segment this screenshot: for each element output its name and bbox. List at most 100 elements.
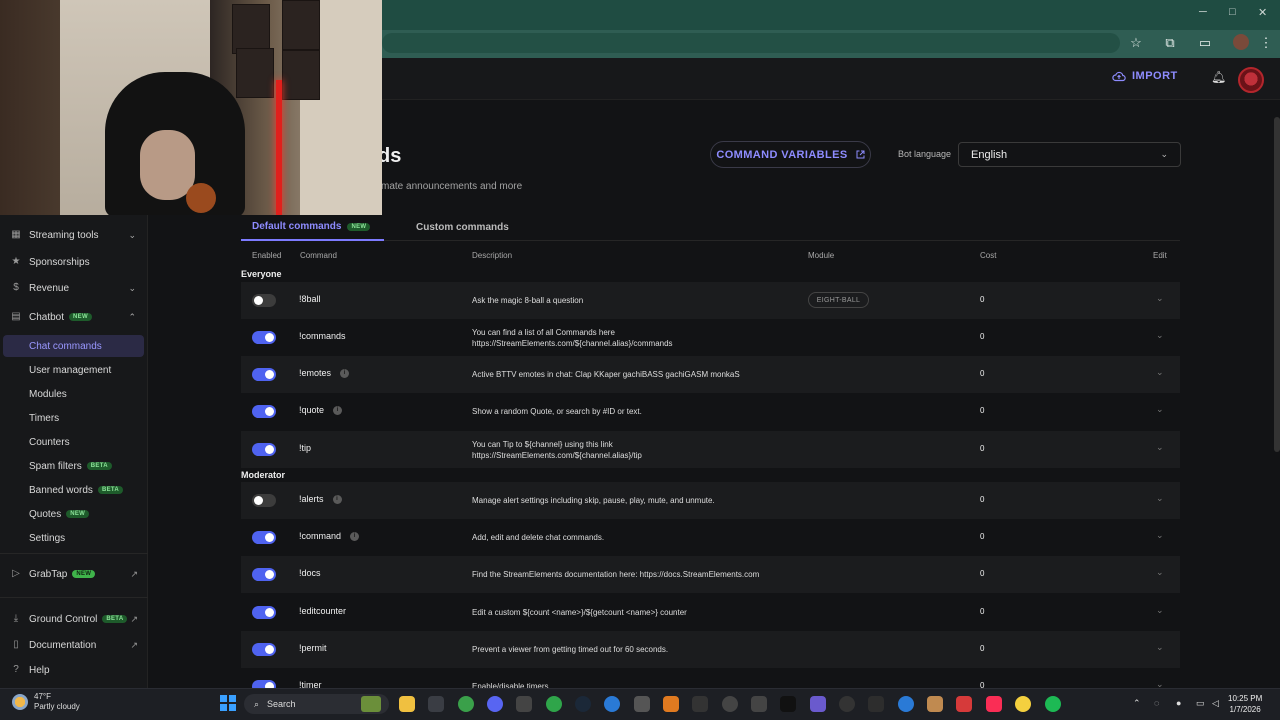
enabled-toggle[interactable] — [252, 531, 276, 544]
table-row[interactable]: !quote i Show a random Quote, or search by… — [241, 393, 1180, 430]
enabled-toggle[interactable] — [252, 331, 276, 344]
expand-chevron-icon[interactable]: ⌄ — [1156, 530, 1164, 541]
spotify-icon[interactable] — [1045, 696, 1061, 712]
page-scrollbar[interactable] — [1274, 117, 1280, 452]
split-view-icon[interactable]: ▭ — [1196, 34, 1214, 52]
import-button[interactable]: IMPORT — [1112, 70, 1178, 82]
sidebar-item-help[interactable]: ? Help — [0, 659, 148, 681]
sidebar-item-streaming-tools[interactable]: ▦ Streaming tools ⌄ — [0, 224, 148, 246]
address-bar[interactable] — [382, 33, 1120, 53]
weather-widget[interactable]: 47°F Partly cloudy — [12, 692, 80, 712]
bot-language-select[interactable]: English ⌄ — [958, 142, 1181, 167]
table-row[interactable]: !timer Enable/disable timers 0 ⌄ — [241, 668, 1180, 688]
tab-custom-commands[interactable]: Custom commands — [416, 214, 509, 241]
menu-kebab-icon[interactable]: ⋮ — [1257, 34, 1275, 52]
tray-chevron-icon[interactable]: ⌃ — [1133, 698, 1141, 709]
chrome-icon[interactable] — [458, 696, 474, 712]
expand-chevron-icon[interactable]: ⌄ — [1156, 642, 1164, 653]
sidebar-item-grabtap[interactable]: ▷ GrabTap NEW ↗ — [0, 563, 148, 585]
enabled-toggle[interactable] — [252, 443, 276, 456]
sidebar-item-sponsorships[interactable]: ★ Sponsorships — [0, 251, 148, 273]
app-icon[interactable] — [1015, 696, 1031, 712]
sidebar-item-revenue[interactable]: $ Revenue ⌄ — [0, 277, 148, 299]
user-avatar[interactable] — [1238, 67, 1264, 93]
expand-chevron-icon[interactable]: ⌄ — [1156, 442, 1164, 453]
taskbar-search[interactable]: ⌕ Search — [244, 694, 389, 714]
sidebar-item-settings[interactable]: Settings — [0, 527, 148, 549]
table-row[interactable]: !editcounter Edit a custom ${count <name>… — [241, 594, 1180, 631]
app-icon[interactable] — [663, 696, 679, 712]
extensions-icon[interactable]: ⧉ — [1161, 34, 1179, 52]
enabled-toggle[interactable] — [252, 680, 276, 688]
xbox-icon[interactable] — [546, 696, 562, 712]
sidebar-item-documentation[interactable]: ▯ Documentation ↗ — [0, 634, 148, 656]
app-icon[interactable] — [868, 696, 884, 712]
sidebar-item-user-management[interactable]: User management — [0, 359, 148, 381]
sidebar-item-counters[interactable]: Counters — [0, 431, 148, 453]
expand-chevron-icon[interactable]: ⌄ — [1156, 493, 1164, 504]
expand-chevron-icon[interactable]: ⌄ — [1156, 367, 1164, 378]
sidebar-item-chat-commands[interactable]: Chat commands — [3, 335, 144, 357]
app-icon[interactable] — [810, 696, 826, 712]
music-icon[interactable] — [986, 696, 1002, 712]
maximize-icon[interactable]: □ — [1229, 6, 1236, 18]
steam-icon[interactable] — [575, 696, 591, 712]
profile-icon[interactable] — [1233, 34, 1249, 50]
sidebar-item-modules[interactable]: Modules — [0, 383, 148, 405]
sidebar-item-spam-filters[interactable]: Spam filters BETA — [0, 455, 148, 477]
enabled-toggle[interactable] — [252, 294, 276, 307]
volume-icon[interactable]: ◁ — [1212, 698, 1219, 709]
edge-icon[interactable] — [604, 696, 620, 712]
app-icon[interactable] — [692, 696, 708, 712]
table-row[interactable]: !8ball Ask the magic 8-ball a question EIG… — [241, 282, 1180, 319]
table-row[interactable]: !commands You can find a list of all Comm… — [241, 319, 1180, 356]
sidebar-item-ground-control[interactable]: ⤓ Ground Control BETA ↗ — [0, 608, 148, 630]
minimize-icon[interactable]: ─ — [1199, 6, 1207, 18]
app-icon[interactable] — [780, 696, 796, 712]
expand-chevron-icon[interactable]: ⌄ — [1156, 605, 1164, 616]
taskbar-clock[interactable]: 10:25 PM 1/7/2026 — [1228, 693, 1262, 715]
enabled-toggle[interactable] — [252, 368, 276, 381]
app-icon[interactable] — [634, 696, 650, 712]
expand-chevron-icon[interactable]: ⌄ — [1156, 679, 1164, 688]
network-icon[interactable]: ▭ — [1196, 698, 1205, 709]
table-row[interactable]: !permit Prevent a viewer from getting tim… — [241, 631, 1180, 668]
table-row[interactable]: !emotes i Active BTTV emotes in chat: Clap… — [241, 356, 1180, 393]
app-icon[interactable] — [956, 696, 972, 712]
sidebar-item-chatbot[interactable]: ▤ Chatbot NEW ⌃ — [0, 306, 148, 328]
expand-chevron-icon[interactable]: ⌄ — [1156, 330, 1164, 341]
command-variables-button[interactable]: COMMAND VARIABLES — [710, 141, 871, 168]
expand-chevron-icon[interactable]: ⌄ — [1156, 567, 1164, 578]
expand-chevron-icon[interactable]: ⌄ — [1156, 404, 1164, 415]
info-icon[interactable]: i — [340, 368, 350, 378]
microphone-icon[interactable]: ● — [1176, 698, 1181, 708]
app-icon[interactable] — [898, 696, 914, 712]
app-icon[interactable] — [839, 696, 855, 712]
module-badge[interactable]: EIGHT-BALL — [808, 292, 869, 308]
table-row[interactable]: !alerts i Manage alert settings including … — [241, 482, 1180, 519]
notification-bell-icon[interactable]: 🔔︎ — [1211, 70, 1226, 84]
close-icon[interactable]: ✕ — [1258, 6, 1267, 19]
enabled-toggle[interactable] — [252, 606, 276, 619]
capcut-icon[interactable] — [516, 696, 532, 712]
app-icon[interactable] — [927, 696, 943, 712]
table-row[interactable]: !docs Find the StreamElements documentati… — [241, 556, 1180, 593]
tray-app-icon[interactable]: ◌ — [1154, 698, 1159, 708]
enabled-toggle[interactable] — [252, 494, 276, 507]
store-icon[interactable] — [428, 696, 444, 712]
enabled-toggle[interactable] — [252, 405, 276, 418]
sidebar-item-timers[interactable]: Timers — [0, 407, 148, 429]
info-icon[interactable]: i — [332, 494, 342, 504]
table-row[interactable]: !tip You can Tip to ${channel} using this… — [241, 431, 1180, 468]
enabled-toggle[interactable] — [252, 643, 276, 656]
windows-start-icon[interactable] — [220, 695, 236, 711]
sidebar-item-banned-words[interactable]: Banned words BETA — [0, 479, 148, 501]
enabled-toggle[interactable] — [252, 568, 276, 581]
info-icon[interactable]: i — [350, 531, 360, 541]
bookmark-star-icon[interactable]: ☆ — [1127, 34, 1145, 52]
settings-gear-icon[interactable] — [722, 696, 738, 712]
table-row[interactable]: !command i Add, edit and delete chat comma… — [241, 519, 1180, 556]
discord-icon[interactable] — [487, 696, 503, 712]
tab-default-commands[interactable]: Default commands NEW — [241, 214, 384, 241]
expand-chevron-icon[interactable]: ⌄ — [1156, 293, 1164, 304]
